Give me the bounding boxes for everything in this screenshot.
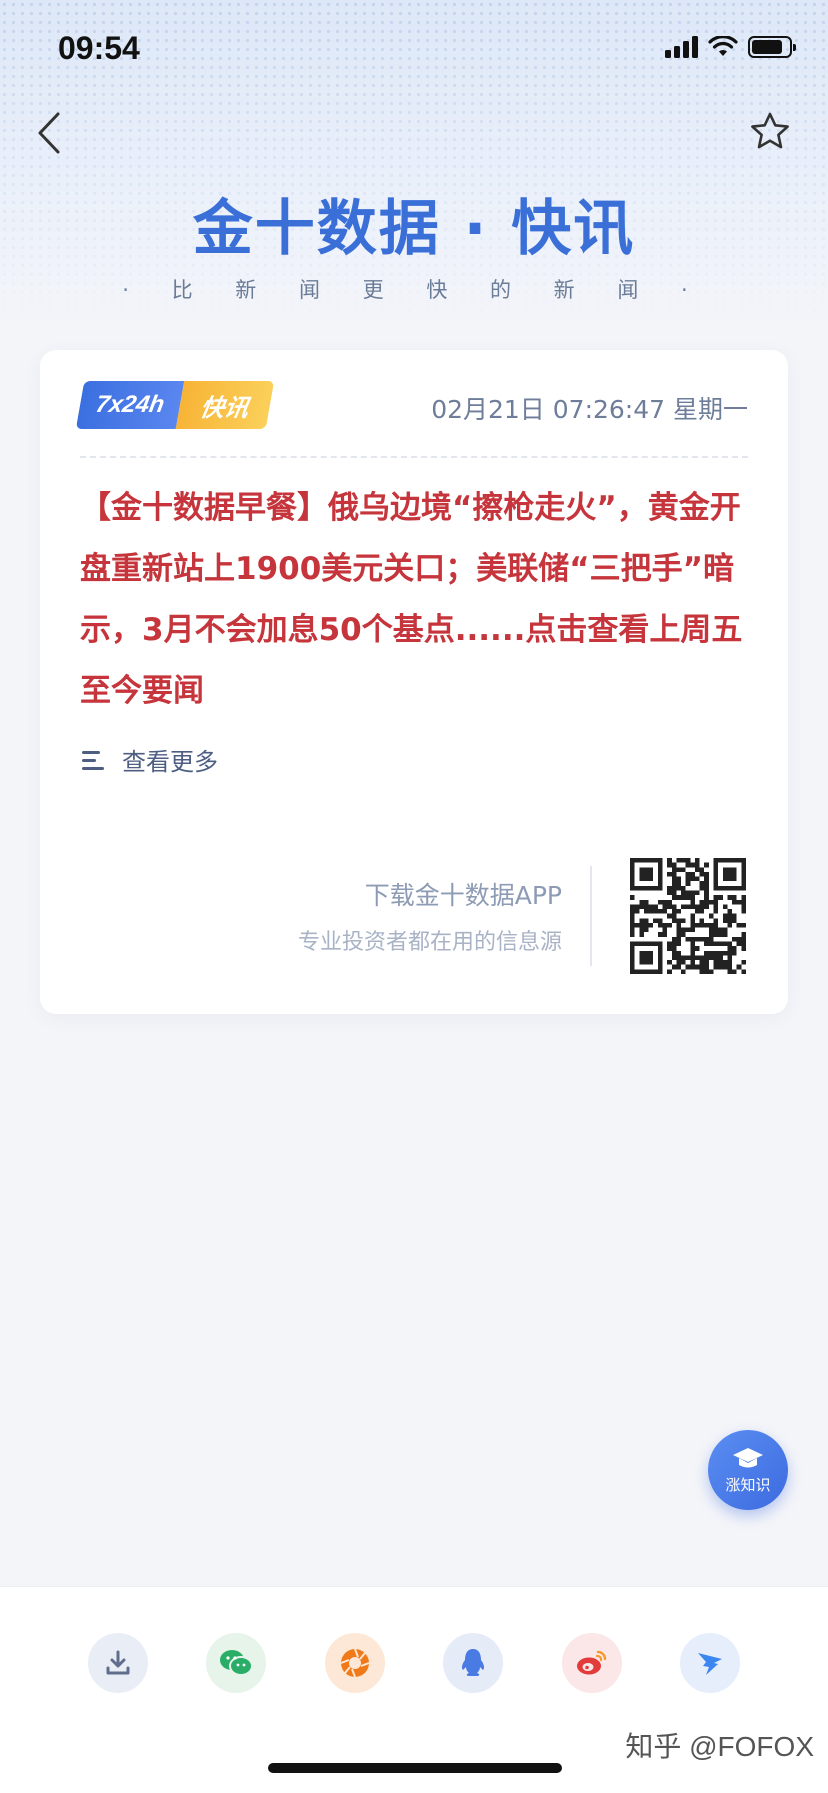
back-button[interactable]: [30, 108, 70, 158]
status-icons: [665, 36, 796, 58]
download-icon: [106, 1650, 130, 1675]
news-headline[interactable]: 【金十数据早餐】俄乌边境“擦枪走火”，黄金开盘重新站上1900美元关口；美联储“…: [80, 478, 748, 722]
badge-flash: 快讯: [175, 381, 275, 429]
learn-knowledge-button[interactable]: 涨知识: [708, 1430, 788, 1510]
brand-subtitle: · 比 新 闻 更 快 的 新 闻 ·: [122, 278, 706, 302]
status-time: 09:54: [58, 30, 140, 66]
badge-7x24h: 7x24h: [75, 381, 185, 429]
share-wechat-button[interactable]: [206, 1633, 267, 1693]
news-card: 7x24h 快讯 02月21日 07:26:47 星期一 【金十数据早餐】俄乌边…: [40, 350, 788, 1014]
view-more-label: 查看更多: [122, 748, 218, 776]
share-bar: 知乎 @FOFOX: [0, 1586, 828, 1793]
graduation-cap-icon: [733, 1447, 763, 1467]
cellular-signal-icon: [665, 36, 698, 58]
vertical-divider: [590, 866, 592, 966]
weibo-icon: [576, 1650, 606, 1675]
learn-knowledge-label: 涨知识: [725, 1475, 771, 1494]
wechat-icon: [220, 1650, 254, 1676]
news-timestamp: 02月21日 07:26:47 星期一: [431, 395, 748, 424]
home-indicator[interactable]: [268, 1763, 562, 1773]
share-moments-button[interactable]: [324, 1633, 385, 1693]
share-weibo-button[interactable]: [561, 1633, 622, 1693]
brand-title: 金十数据 · 快讯: [192, 194, 636, 264]
download-app-title: 下载金十数据APP: [364, 881, 562, 910]
share-dingtalk-button[interactable]: [679, 1633, 740, 1693]
view-more-button[interactable]: 查看更多: [82, 742, 218, 777]
share-qq-button[interactable]: [443, 1633, 504, 1693]
share-row: [88, 1633, 740, 1693]
qq-penguin-icon: [462, 1649, 485, 1676]
chevron-left-icon: [38, 112, 60, 154]
wifi-icon: [708, 36, 738, 56]
download-app-subtitle: 专业投资者都在用的信息源: [297, 930, 562, 955]
dashed-divider: [80, 456, 748, 458]
qr-code-icon: [630, 858, 746, 974]
watermark: 知乎 @FOFOX: [625, 1731, 814, 1762]
live-badge: 7x24h 快讯: [75, 381, 275, 429]
list-icon: [82, 749, 106, 771]
battery-level: [752, 40, 782, 54]
aperture-icon: [340, 1648, 370, 1678]
share-download-button[interactable]: [88, 1633, 148, 1693]
favorite-button[interactable]: [748, 110, 792, 154]
battery-icon: [748, 36, 796, 58]
star-outline-icon: [751, 112, 789, 149]
dingtalk-icon: [697, 1653, 722, 1675]
